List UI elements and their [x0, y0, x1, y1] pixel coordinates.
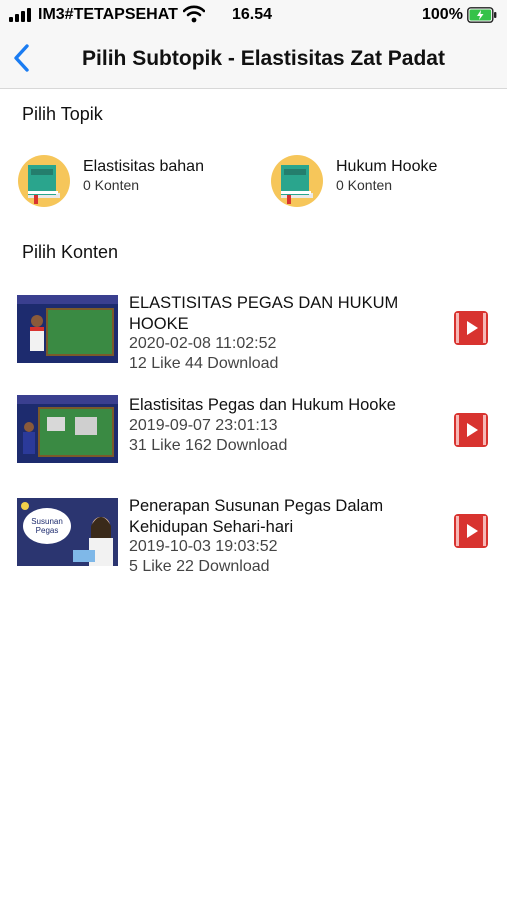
content-item[interactable]: ELASTISITAS PEGAS DAN HUKUM HOOKE 2020-0… — [0, 293, 507, 378]
clock: 16.54 — [232, 6, 273, 23]
svg-text:Susunan: Susunan — [31, 517, 63, 526]
topics-heading: Pilih Topik — [22, 104, 103, 124]
video-thumbnail — [17, 295, 118, 363]
content-title: ELASTISITAS PEGAS DAN HUKUM HOOKE — [129, 294, 399, 333]
content-item[interactable]: Elastisitas Pegas dan Hukum Hooke 2019-0… — [0, 395, 507, 470]
navigation-bar: Pilih Subtopik - Elastisitas Zat Padat — [0, 32, 507, 89]
content-date: 2020-02-08 11:02:52 — [129, 335, 277, 352]
book-icon — [18, 155, 70, 207]
content-stats: 5 Like 22 Download — [129, 558, 270, 575]
content-heading: Pilih Konten — [22, 242, 119, 262]
book-icon — [271, 155, 323, 207]
signal-icon — [9, 8, 33, 22]
content-date: 2019-10-03 19:03:52 — [129, 538, 278, 555]
topic-count: 0 Konten — [83, 177, 140, 193]
content-date: 2019-09-07 23:01:13 — [129, 417, 278, 434]
video-play-icon[interactable] — [454, 514, 488, 548]
carrier-name: IM3#TETAPSEHAT — [38, 6, 178, 23]
topic-name: Hukum Hooke — [336, 158, 438, 175]
battery-percent: 100% — [422, 6, 463, 23]
topic-count: 0 Konten — [336, 177, 393, 193]
content-item[interactable]: Susunan Pegas Penerapan Susunan Pegas Da… — [0, 496, 507, 581]
battery-icon — [467, 7, 497, 23]
topic-name: Elastisitas bahan — [83, 158, 204, 175]
video-thumbnail: Susunan Pegas — [17, 498, 118, 566]
content-title: Penerapan Susunan Pegas Dalam Kehidupan … — [129, 497, 384, 536]
video-play-icon[interactable] — [454, 311, 488, 345]
status-bar: IM3#TETAPSEHAT 16.54 100% — [0, 0, 507, 32]
video-play-icon[interactable] — [454, 413, 488, 447]
page-title: Pilih Subtopik - Elastisitas Zat Padat — [82, 47, 445, 70]
svg-text:Pegas: Pegas — [36, 526, 59, 535]
topic-item-hukum-hooke[interactable]: Hukum Hooke 0 Konten — [271, 150, 471, 210]
content-stats: 31 Like 162 Download — [129, 437, 288, 454]
wifi-icon — [183, 5, 205, 23]
topic-item-elastisitas-bahan[interactable]: Elastisitas bahan 0 Konten — [18, 150, 238, 210]
content-stats: 12 Like 44 Download — [129, 355, 279, 372]
video-thumbnail — [17, 395, 118, 463]
content-title: Elastisitas Pegas dan Hukum Hooke — [129, 396, 396, 414]
